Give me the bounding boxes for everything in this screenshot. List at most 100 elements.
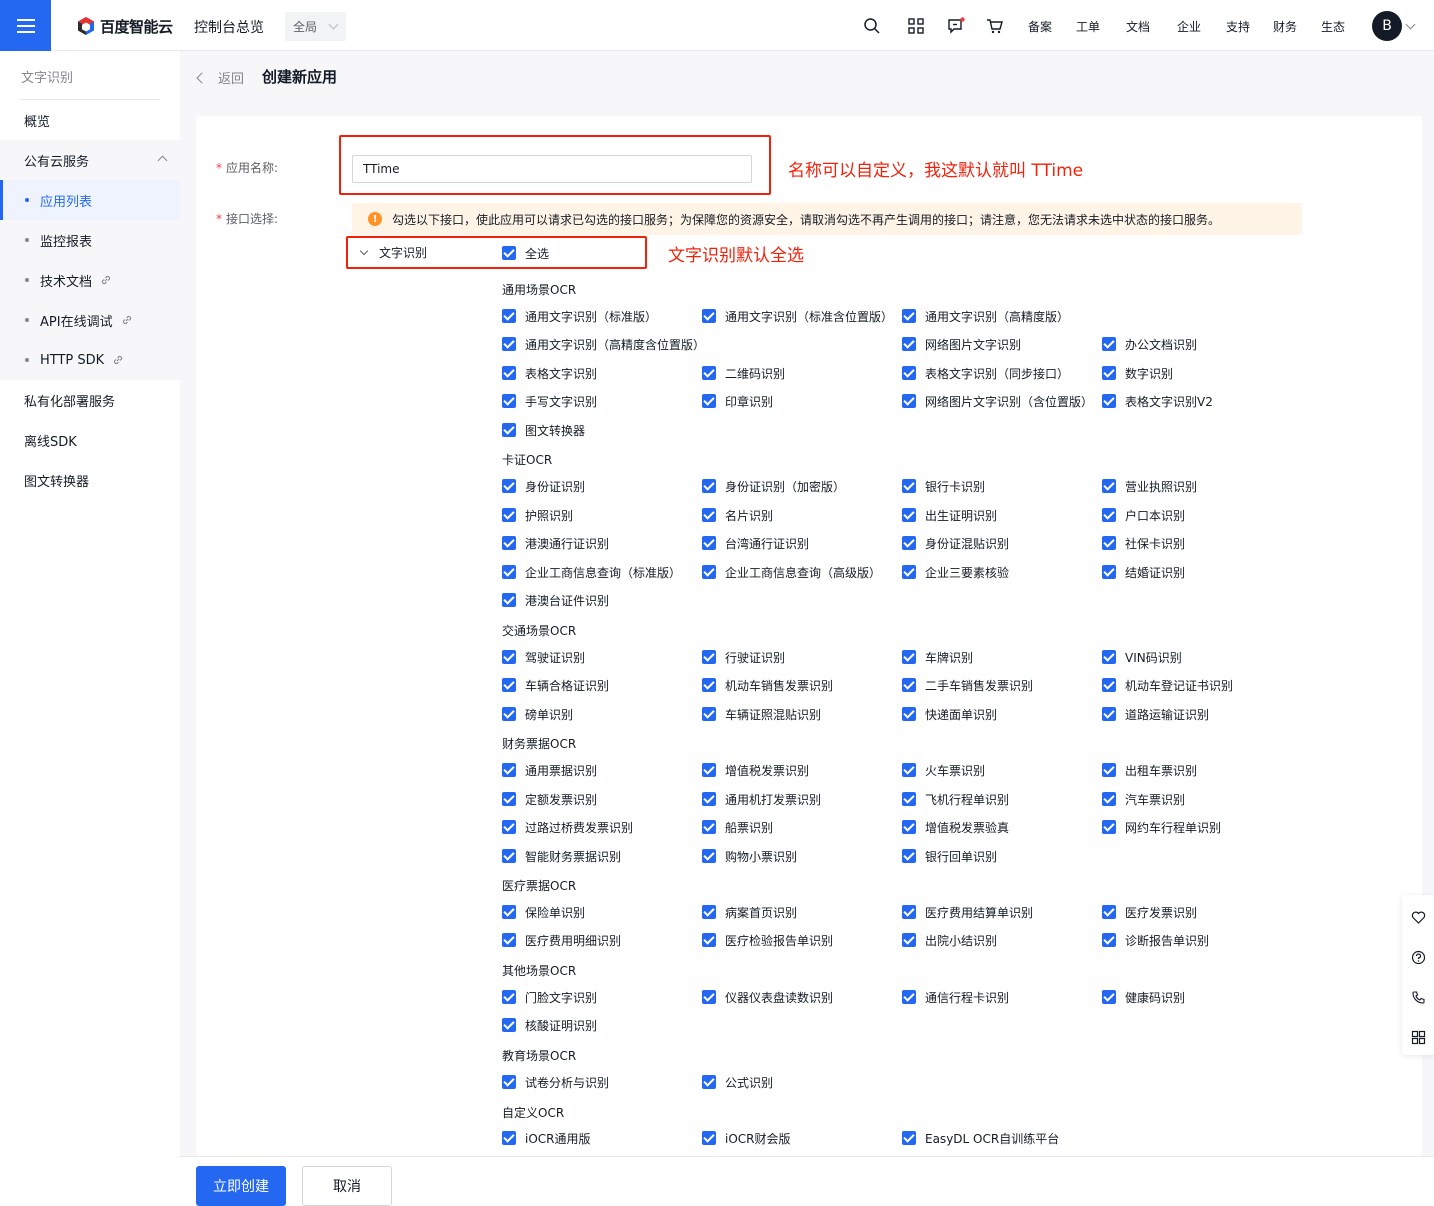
api-checkbox[interactable]: 增值税发票识别 — [702, 762, 809, 778]
api-checkbox[interactable]: 数字识别 — [1102, 365, 1173, 381]
api-checkbox[interactable]: 二维码识别 — [702, 365, 785, 381]
api-checkbox[interactable]: 手写文字识别 — [502, 393, 597, 409]
api-checkbox[interactable]: EasyDL OCR自训练平台 — [902, 1130, 1059, 1146]
api-checkbox[interactable]: 身份证混贴识别 — [902, 535, 1009, 551]
api-checkbox[interactable]: 飞机行程单识别 — [902, 791, 1009, 807]
sidebar-item-public-cloud[interactable]: 公有云服务 — [0, 140, 180, 180]
api-checkbox[interactable]: 银行回单识别 — [902, 848, 997, 864]
message-icon[interactable] — [947, 17, 965, 35]
api-checkbox[interactable]: 定额发票识别 — [502, 791, 597, 807]
cancel-button[interactable]: 取消 — [302, 1166, 392, 1206]
api-checkbox[interactable]: 通用文字识别（高精度版） — [902, 308, 1069, 324]
api-checkbox[interactable]: 网约车行程单识别 — [1102, 819, 1221, 835]
api-checkbox[interactable]: 通信行程卡识别 — [902, 989, 1009, 1005]
api-checkbox[interactable]: 出院小结识别 — [902, 932, 997, 948]
api-checkbox[interactable]: 银行卡识别 — [902, 478, 985, 494]
search-icon[interactable] — [863, 17, 881, 35]
api-checkbox[interactable]: 行驶证识别 — [702, 649, 785, 665]
api-checkbox[interactable]: 名片识别 — [702, 507, 773, 523]
api-checkbox[interactable]: 磅单识别 — [502, 706, 573, 722]
user-avatar[interactable]: B — [1372, 11, 1402, 41]
brand-logo[interactable]: 百度智能云 — [76, 15, 173, 37]
api-checkbox[interactable]: 试卷分析与识别 — [502, 1074, 609, 1090]
sidebar-item-http-sdk[interactable]: HTTP SDK — [0, 340, 180, 380]
api-checkbox[interactable]: 仪器仪表盘读数识别 — [702, 989, 833, 1005]
api-checkbox[interactable]: 护照识别 — [502, 507, 573, 523]
nav-ticket[interactable]: 工单 — [1076, 18, 1100, 35]
api-checkbox[interactable]: 火车票识别 — [902, 762, 985, 778]
api-checkbox[interactable]: 港澳台证件识别 — [502, 592, 609, 608]
api-checkbox[interactable]: 机动车登记证书识别 — [1102, 677, 1233, 693]
api-checkbox[interactable]: 出生证明识别 — [902, 507, 997, 523]
api-checkbox[interactable]: 企业工商信息查询（标准版） — [502, 564, 681, 580]
chevron-down-icon[interactable] — [1405, 19, 1416, 30]
api-checkbox[interactable]: 车辆合格证识别 — [502, 677, 609, 693]
api-checkbox[interactable]: 病案首页识别 — [702, 904, 797, 920]
sidebar-item-offline-sdk[interactable]: 离线SDK — [0, 420, 180, 460]
api-checkbox[interactable]: 智能财务票据识别 — [502, 848, 621, 864]
api-checkbox[interactable]: 汽车票识别 — [1102, 791, 1185, 807]
hamburger-menu-button[interactable] — [0, 0, 51, 51]
api-checkbox[interactable]: 船票识别 — [702, 819, 773, 835]
api-checkbox[interactable]: 表格文字识别 — [502, 365, 597, 381]
create-button[interactable]: 立即创建 — [196, 1166, 286, 1206]
nav-filing[interactable]: 备案 — [1028, 18, 1052, 35]
api-checkbox[interactable]: VIN码识别 — [1102, 649, 1182, 665]
api-checkbox[interactable]: 企业工商信息查询（高级版） — [702, 564, 881, 580]
sidebar-item-app-list[interactable]: 应用列表 — [0, 180, 180, 220]
apps-grid-icon[interactable] — [907, 17, 925, 35]
api-checkbox[interactable]: 印章识别 — [702, 393, 773, 409]
api-checkbox[interactable]: 机动车销售发票识别 — [702, 677, 833, 693]
sidebar-item-overview[interactable]: 概览 — [0, 100, 180, 140]
sidebar-item-monitor[interactable]: 监控报表 — [0, 220, 180, 260]
api-checkbox[interactable]: 表格文字识别V2 — [1102, 393, 1213, 409]
sidebar-item-image-converter[interactable]: 图文转换器 — [0, 460, 180, 500]
sidebar-item-tech-docs[interactable]: 技术文档 — [0, 260, 180, 300]
api-checkbox[interactable]: 公式识别 — [702, 1074, 773, 1090]
api-checkbox[interactable]: 道路运输证识别 — [1102, 706, 1209, 722]
api-checkbox[interactable]: 驾驶证识别 — [502, 649, 585, 665]
api-checkbox[interactable]: 网络图片文字识别（含位置版） — [902, 393, 1093, 409]
api-checkbox[interactable]: 核酸证明识别 — [502, 1017, 597, 1033]
console-overview-link[interactable]: 控制台总览 — [194, 17, 264, 37]
region-scope-select[interactable]: 全局 — [285, 12, 346, 41]
api-checkbox[interactable]: 二手车销售发票识别 — [902, 677, 1033, 693]
api-checkbox[interactable]: 购物小票识别 — [702, 848, 797, 864]
api-checkbox[interactable]: 医疗费用明细识别 — [502, 932, 621, 948]
api-checkbox[interactable]: iOCR财会版 — [702, 1130, 791, 1146]
api-checkbox[interactable]: iOCR通用版 — [502, 1130, 591, 1146]
api-checkbox[interactable]: 车辆证照混贴识别 — [702, 706, 821, 722]
api-checkbox[interactable]: 身份证识别（加密版） — [702, 478, 845, 494]
api-checkbox[interactable]: 通用文字识别（高精度含位置版） — [502, 336, 705, 352]
api-checkbox[interactable]: 增值税发票验真 — [902, 819, 1009, 835]
nav-support[interactable]: 支持 — [1226, 18, 1250, 35]
api-checkbox[interactable]: 通用机打发票识别 — [702, 791, 821, 807]
cart-icon[interactable] — [986, 17, 1004, 35]
back-button[interactable]: 返回 — [196, 68, 244, 87]
api-checkbox[interactable]: 结婚证识别 — [1102, 564, 1185, 580]
api-checkbox[interactable]: 过路过桥费发票识别 — [502, 819, 633, 835]
nav-finance[interactable]: 财务 — [1273, 18, 1297, 35]
api-checkbox[interactable]: 通用文字识别（标准版） — [502, 308, 657, 324]
api-checkbox[interactable]: 门脸文字识别 — [502, 989, 597, 1005]
api-checkbox[interactable]: 通用票据识别 — [502, 762, 597, 778]
sidebar-item-api-debug[interactable]: API在线调试 — [0, 300, 180, 340]
api-checkbox[interactable]: 保险单识别 — [502, 904, 585, 920]
nav-docs[interactable]: 文档 — [1126, 18, 1150, 35]
api-checkbox[interactable]: 医疗发票识别 — [1102, 904, 1197, 920]
api-checkbox[interactable]: 医疗费用结算单识别 — [902, 904, 1033, 920]
api-checkbox[interactable]: 办公文档识别 — [1102, 336, 1197, 352]
api-checkbox[interactable]: 网络图片文字识别 — [902, 336, 1021, 352]
api-checkbox[interactable]: 快递面单识别 — [902, 706, 997, 722]
api-checkbox[interactable]: 户口本识别 — [1102, 507, 1185, 523]
api-checkbox[interactable]: 图文转换器 — [502, 422, 585, 438]
api-checkbox[interactable]: 表格文字识别（同步接口） — [902, 365, 1069, 381]
api-checkbox[interactable]: 诊断报告单识别 — [1102, 932, 1209, 948]
nav-enterprise[interactable]: 企业 — [1177, 18, 1201, 35]
phone-icon[interactable] — [1411, 990, 1426, 1005]
nav-ecosystem[interactable]: 生态 — [1321, 18, 1345, 35]
api-checkbox[interactable]: 台湾通行证识别 — [702, 535, 809, 551]
api-checkbox[interactable]: 企业三要素核验 — [902, 564, 1009, 580]
help-icon[interactable] — [1411, 950, 1426, 965]
api-checkbox[interactable]: 出租车票识别 — [1102, 762, 1197, 778]
